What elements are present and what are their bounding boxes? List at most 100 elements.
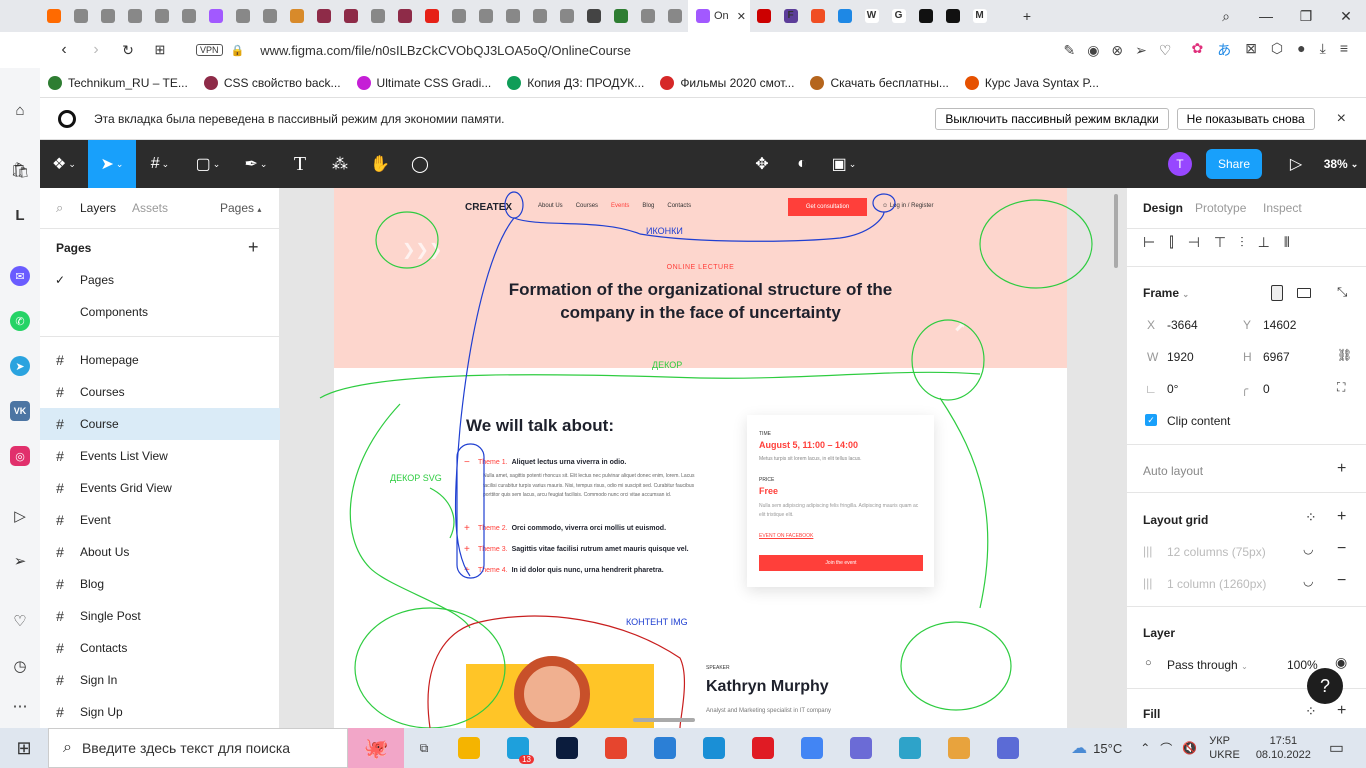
browser-tab[interactable] <box>229 0 256 32</box>
browser-tab[interactable] <box>256 0 283 32</box>
rotation-input[interactable]: 0° <box>1167 382 1178 396</box>
taskbar-app-icon[interactable] <box>640 728 689 768</box>
add-page-icon[interactable]: + <box>248 237 259 258</box>
radius-input[interactable]: 0 <box>1263 382 1270 396</box>
comment-tool-icon[interactable]: ◯ <box>400 140 440 188</box>
fill-styles-icon[interactable]: ⁘ <box>1305 703 1317 720</box>
w-input[interactable]: 1920 <box>1167 350 1194 364</box>
align-right-icon[interactable]: ⊣ <box>1188 234 1200 251</box>
present-icon[interactable]: ▷ <box>1276 140 1316 188</box>
taskbar-app-icon[interactable] <box>689 728 738 768</box>
resources-icon[interactable]: ⁂ <box>320 140 360 188</box>
visibility-eye-icon[interactable]: ◉ <box>1335 654 1347 671</box>
remove-grid-icon-2[interactable]: − <box>1337 572 1346 590</box>
shape-tool-icon[interactable]: ▢ ⌄ <box>184 140 232 188</box>
text-tool-icon[interactable]: T <box>280 140 320 188</box>
taskbar-app-icon[interactable] <box>444 728 493 768</box>
user-avatar[interactable]: T <box>1167 152 1192 176</box>
tab-prototype[interactable]: Prototype <box>1195 201 1246 215</box>
frame-section-label[interactable]: Frame ⌄ <box>1143 286 1189 300</box>
clock[interactable]: 17:51 08.10.2022 <box>1256 734 1311 762</box>
taskbar-app-icon[interactable] <box>787 728 836 768</box>
align-bottom-icon[interactable]: ⊥ <box>1258 234 1270 251</box>
l-icon[interactable]: L <box>10 205 30 225</box>
align-top-icon[interactable]: ⊤ <box>1214 234 1226 251</box>
close-window-icon[interactable]: ✕ <box>1326 8 1366 25</box>
remove-grid-icon[interactable]: − <box>1337 540 1346 558</box>
bookmark-item[interactable]: Technikum_RU – TE... <box>40 75 196 90</box>
browser-tab[interactable] <box>202 0 229 32</box>
tab-inspect[interactable]: Inspect <box>1263 201 1302 215</box>
browser-tab[interactable] <box>750 0 777 32</box>
grid-item-1[interactable]: 12 columns (75px) <box>1167 545 1266 559</box>
pen-tool-icon[interactable]: ✒ ⌄ <box>232 140 280 188</box>
frame-item-blog[interactable]: # Blog <box>40 568 280 600</box>
vk-icon[interactable]: VK <box>10 401 30 421</box>
tab-figma-active[interactable]: On ✕ <box>688 0 750 32</box>
x-input[interactable]: -3664 <box>1167 318 1198 332</box>
extension-x-icon[interactable]: ⊠ <box>1245 40 1257 60</box>
page-item-pages[interactable]: ✓ Pages <box>40 264 280 296</box>
blend-mode-dropdown[interactable]: Pass through ⌄ <box>1167 658 1248 672</box>
language-indicator[interactable]: УКР UKRE <box>1209 734 1240 762</box>
network-icon[interactable]: ⌒ <box>1160 740 1172 757</box>
horizontal-scrollbar[interactable] <box>633 718 695 722</box>
frame-item-sign-in[interactable]: # Sign In <box>40 664 280 696</box>
taskbar-app-icon[interactable] <box>836 728 885 768</box>
grid-styles-icon[interactable]: ⁘ <box>1305 509 1317 526</box>
block-icon[interactable]: ⊗ <box>1111 42 1123 59</box>
grid-hide-icon-2[interactable]: ◡ <box>1303 574 1313 588</box>
browser-tab[interactable] <box>804 0 831 32</box>
favorite-icon[interactable]: ♡ <box>1159 42 1172 59</box>
frame-item-course[interactable]: # Course <box>40 408 280 440</box>
player-icon[interactable]: ▷ <box>10 506 30 526</box>
browser-tab[interactable] <box>121 0 148 32</box>
browser-tab[interactable]: F <box>777 0 804 32</box>
taskbar-app-icon[interactable] <box>591 728 640 768</box>
add-fill-icon[interactable]: + <box>1337 702 1346 720</box>
messenger-icon[interactable]: ✉ <box>10 266 30 286</box>
taskbar-app-icon[interactable] <box>934 728 983 768</box>
portrait-icon[interactable] <box>1271 285 1283 301</box>
search-tabs-icon[interactable]: ⌕ <box>1206 8 1246 25</box>
browser-tab[interactable] <box>337 0 364 32</box>
browser-tab[interactable] <box>472 0 499 32</box>
browser-tab[interactable] <box>148 0 175 32</box>
browser-tab[interactable] <box>94 0 121 32</box>
search-highlight-icon[interactable]: 🐙 <box>348 728 404 768</box>
add-grid-icon[interactable]: + <box>1337 508 1346 526</box>
browser-tab[interactable] <box>310 0 337 32</box>
grid-hide-icon[interactable]: ◡ <box>1303 542 1313 556</box>
page-item-components[interactable]: Components <box>40 296 280 328</box>
h-input[interactable]: 6967 <box>1263 350 1290 364</box>
bookmark-item[interactable]: Фильмы 2020 смот... <box>652 75 802 90</box>
tab-layers[interactable]: Layers <box>80 201 116 215</box>
bookmark-item[interactable]: Ultimate CSS Gradi... <box>349 75 500 90</box>
box-extension-icon[interactable]: ⬡ <box>1271 40 1283 60</box>
vertical-scrollbar[interactable] <box>1114 194 1118 268</box>
instagram-icon[interactable]: ◎ <box>10 446 30 466</box>
restore-icon[interactable]: ❐ <box>1286 8 1326 25</box>
component-icon[interactable]: ✥ <box>742 140 782 188</box>
distribute-icon[interactable]: ⦀ <box>1284 234 1290 251</box>
download-icon[interactable]: ⤓ <box>1320 40 1326 60</box>
y-input[interactable]: 14602 <box>1263 318 1296 332</box>
heart-icon[interactable]: ♡ <box>10 611 30 631</box>
browser-tab[interactable] <box>939 0 966 32</box>
browser-tab[interactable] <box>661 0 688 32</box>
browser-tab[interactable] <box>67 0 94 32</box>
frame-item-homepage[interactable]: # Homepage <box>40 344 280 376</box>
taskbar-app-icon[interactable] <box>738 728 787 768</box>
close-tab-icon[interactable]: ✕ <box>737 10 746 23</box>
zoom-dropdown[interactable]: 38% ⌄ <box>1316 140 1366 188</box>
browser-tab[interactable] <box>418 0 445 32</box>
minimize-icon[interactable]: — <box>1246 8 1286 24</box>
opacity-input[interactable]: 100% <box>1287 658 1318 672</box>
browser-tab[interactable] <box>831 0 858 32</box>
speed-dial-icon[interactable]: ⌂ <box>10 100 30 120</box>
landscape-icon[interactable] <box>1297 288 1311 298</box>
independent-corners-icon[interactable]: ⛶ <box>1337 380 1345 395</box>
task-view-icon[interactable]: ⧉ <box>404 728 444 768</box>
browser-tab[interactable] <box>580 0 607 32</box>
browser-tab[interactable] <box>175 0 202 32</box>
